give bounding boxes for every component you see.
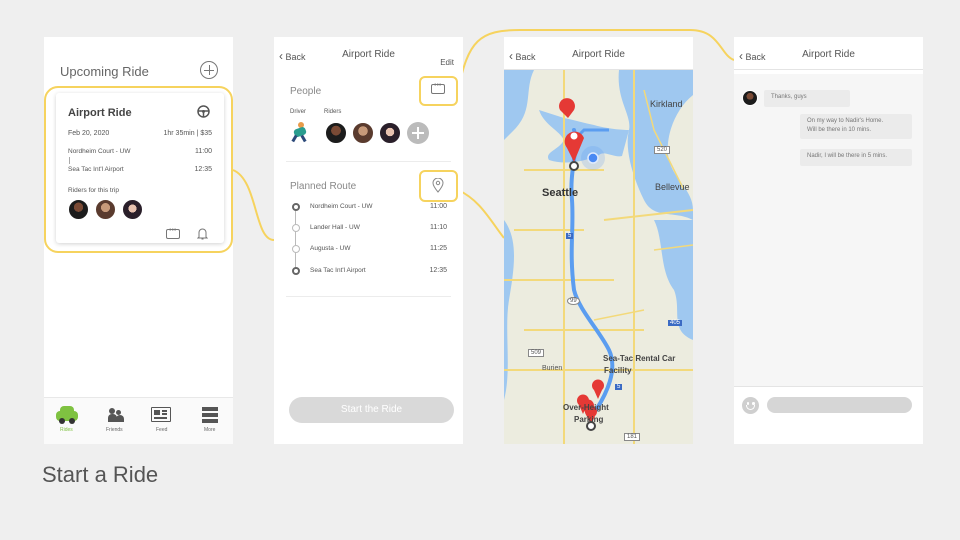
map-label-overheight: Over-Height (563, 403, 609, 412)
add-ride-button[interactable] (200, 61, 218, 79)
route-stop-name: Nordheim Court - UW (310, 203, 373, 210)
message-bubble-outgoing: Nadir, I will be there in 5 mins. (800, 149, 912, 166)
divider (286, 161, 451, 162)
tab-friends[interactable] (108, 407, 124, 423)
route-map[interactable] (504, 70, 693, 444)
tab-friends-label: Friends (106, 427, 123, 433)
map-highway-shield: 5 (615, 384, 623, 390)
people-heading: People (290, 86, 322, 97)
tab-bar: Rides Friends Feed More (44, 397, 233, 444)
page-title: Airport Ride (802, 49, 855, 60)
tab-rides[interactable] (56, 405, 78, 425)
route-stop-time: 12:35 (429, 267, 447, 274)
route-stop-name: Augusta - UW (310, 245, 351, 252)
message-input[interactable] (767, 397, 912, 413)
route-stop-marker (292, 203, 300, 211)
highlight-ride-card (44, 86, 233, 253)
route-stop-name: Lander Hall - UW (310, 224, 360, 231)
chat-screen: ‹ Back Airport Ride Thanks, guys On my w… (734, 37, 923, 444)
route-stop-name: Sea Tac Int'l Airport (310, 267, 366, 274)
route-stop-time: 11:25 (430, 245, 447, 252)
page-title: Airport Ride (342, 49, 395, 60)
message-text: Thanks, guys (771, 94, 807, 100)
tab-more[interactable] (202, 407, 218, 423)
add-rider-button[interactable] (407, 122, 429, 144)
divider (734, 386, 923, 387)
tab-feed[interactable] (151, 407, 171, 422)
slide-caption: Start a Ride (42, 462, 159, 487)
route-stop-time: 11:00 (430, 203, 447, 210)
riders-label: Riders (324, 109, 342, 115)
highlight-map-pin (419, 170, 458, 202)
menu-icon (202, 407, 218, 411)
screen-title: Upcoming Ride (60, 64, 149, 79)
map-label-parking: Parking (574, 415, 604, 424)
avatar[interactable] (352, 122, 374, 144)
map-highway-shield: 509 (528, 349, 545, 357)
route-line (295, 207, 296, 271)
start-ride-button[interactable]: Start the Ride (289, 397, 454, 423)
edit-button[interactable]: Edit (440, 58, 454, 67)
message-text: Will be there in 10 mins. (807, 127, 872, 133)
driver-label: Driver (290, 109, 306, 115)
route-stop-marker (292, 224, 300, 232)
avatar[interactable] (379, 122, 401, 144)
message-bubble-outgoing: On my way to Nadir's Home. Will be there… (800, 114, 912, 139)
driver-avatar[interactable] (290, 122, 310, 143)
route-heading: Planned Route (290, 181, 357, 192)
message-text: Nadir, I will be there in 5 mins. (807, 153, 888, 159)
page-title: Airport Ride (572, 49, 625, 60)
map-highway-shield: 5 (566, 233, 574, 239)
map-highway-shield: 520 (654, 146, 671, 154)
tab-feed-label: Feed (156, 427, 168, 433)
map-label-seattle: Seattle (542, 187, 579, 199)
message-text: On my way to Nadir's Home. (807, 118, 884, 124)
avatar[interactable] (325, 122, 347, 144)
tab-more-label: More (204, 427, 216, 433)
route-stop-marker (292, 267, 300, 275)
newspaper-icon (154, 410, 160, 415)
highlight-chat-icon (419, 76, 458, 106)
tab-rides-label: Rides (60, 427, 73, 433)
map-label-bellevue: Bellevue (655, 182, 690, 192)
avatar[interactable] (742, 90, 758, 106)
message-bubble-incoming: Thanks, guys (764, 90, 850, 107)
map-label-rental: Sea-Tac Rental Car (603, 354, 676, 363)
route-stop-marker (292, 245, 300, 253)
map-screen: ‹ Back Airport Ride Kirkland Seattle Bel… (504, 37, 693, 444)
map-highway-shield: 181 (624, 433, 641, 441)
route-stop-time: 11:10 (430, 224, 447, 231)
emoji-icon[interactable] (742, 397, 759, 414)
map-highway-shield: 405 (668, 320, 683, 326)
map-label-burien: Burien (542, 365, 563, 372)
map-highway-shield: 99 (567, 297, 580, 305)
map-label-facility: Facility (604, 366, 632, 375)
map-label-kirkland: Kirkland (650, 99, 683, 109)
divider (286, 296, 451, 297)
